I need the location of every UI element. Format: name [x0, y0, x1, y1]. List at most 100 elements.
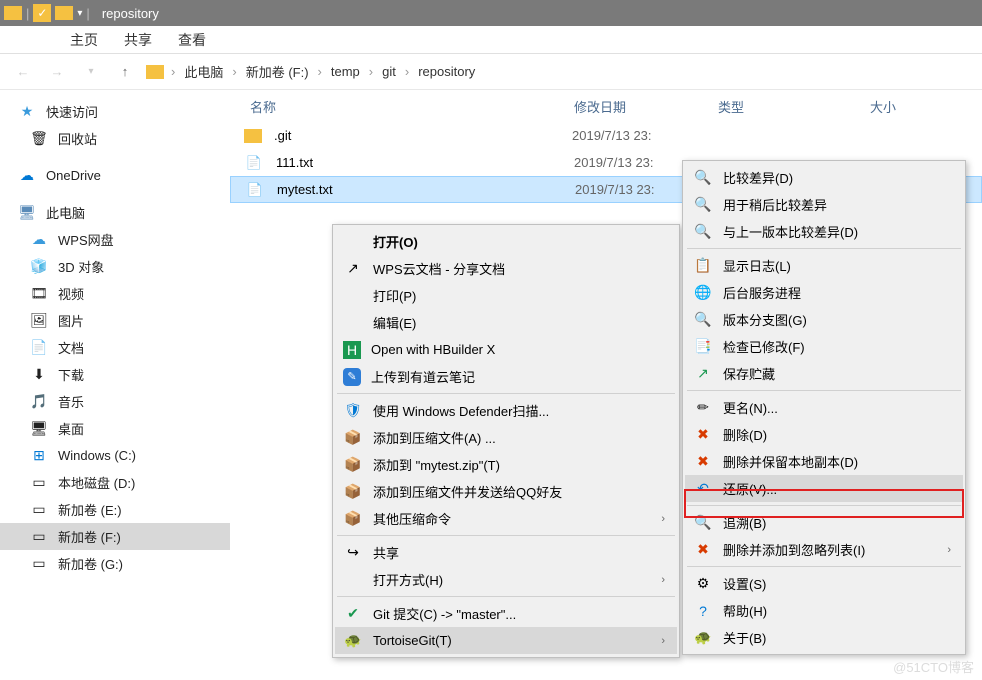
chevron-right-icon: ›: [661, 513, 665, 525]
chevron-right-icon: ›: [661, 574, 665, 586]
navbar: ← → ▾ ↑ › 此电脑 › 新加卷 (F:) › temp › git › …: [0, 54, 982, 90]
menu-hbuilder[interactable]: HOpen with HBuilder X: [335, 336, 677, 363]
nav-forward-button[interactable]: →: [44, 59, 70, 85]
tortoisegit-icon: 🐢: [343, 631, 363, 651]
menu-git-commit[interactable]: ✔Git 提交(C) -> "master"...: [335, 600, 677, 627]
breadcrumb-item[interactable]: temp: [327, 62, 364, 81]
menu-separator: [687, 390, 961, 391]
menu-diff-prev[interactable]: 🔍与上一版本比较差异(D): [685, 218, 963, 245]
sidebar-item-drive-c[interactable]: ⊞ Windows (C:): [0, 442, 230, 469]
drive-icon: ▭: [30, 528, 48, 546]
tab-share[interactable]: 共享: [124, 30, 152, 50]
column-date[interactable]: 修改日期: [574, 97, 718, 116]
archive-icon: 📦: [343, 482, 363, 502]
menu-wps-cloud[interactable]: ↗WPS云文档 - 分享文档: [335, 255, 677, 282]
menu-separator: [337, 393, 675, 394]
star-icon: ★: [18, 103, 36, 121]
window-title: repository: [102, 6, 159, 21]
column-size[interactable]: 大小: [870, 97, 896, 116]
menu-help[interactable]: ?帮助(H): [685, 597, 963, 624]
menu-tortoisegit[interactable]: 🐢TortoiseGit(T)›: [335, 627, 677, 654]
ribbon-tabs: 主页 共享 查看: [0, 26, 982, 54]
menu-delete-keep[interactable]: ✖删除并保留本地副本(D): [685, 448, 963, 475]
menu-blame[interactable]: 🔍追溯(B): [685, 509, 963, 536]
menu-revision-graph[interactable]: 🔍版本分支图(G): [685, 306, 963, 333]
drive-icon: ⊞: [30, 447, 48, 465]
menu-share[interactable]: ↪共享: [335, 539, 677, 566]
sidebar-item-documents[interactable]: 📄 文档: [0, 334, 230, 361]
menu-delete[interactable]: ✖删除(D): [685, 421, 963, 448]
menu-add-ignore[interactable]: ✖删除并添加到忽略列表(I)›: [685, 536, 963, 563]
qat-check-icon[interactable]: ✓: [33, 4, 51, 22]
breadcrumb-folder-icon: [146, 65, 164, 79]
sidebar-item-quick-access[interactable]: ★ 快速访问: [0, 98, 230, 125]
menu-other-zip[interactable]: 📦其他压缩命令›: [335, 505, 677, 532]
sidebar-item-wps[interactable]: ☁ WPS网盘: [0, 226, 230, 253]
sidebar-item-onedrive[interactable]: ☁ OneDrive: [0, 162, 230, 189]
breadcrumb-item[interactable]: repository: [414, 62, 479, 81]
menu-show-log[interactable]: 📋显示日志(L): [685, 252, 963, 279]
sidebar-item-label: 下载: [58, 365, 84, 384]
picture-icon: 🖼: [30, 312, 48, 330]
desktop-icon: 🖥: [30, 420, 48, 438]
qat-folder-icon[interactable]: [55, 6, 73, 20]
sidebar-item-recycle[interactable]: 🗑 回收站 📌: [0, 125, 230, 152]
menu-rename[interactable]: ✏更名(N)...: [685, 394, 963, 421]
breadcrumb[interactable]: › 此电脑 › 新加卷 (F:) › temp › git › reposito…: [146, 60, 479, 83]
stash-icon: ↗: [693, 364, 713, 384]
menu-settings[interactable]: ⚙设置(S): [685, 570, 963, 597]
sidebar-item-drive-f[interactable]: ▭ 新加卷 (F:): [0, 523, 230, 550]
sidebar-item-drive-g[interactable]: ▭ 新加卷 (G:): [0, 550, 230, 577]
menu-add-zip-a[interactable]: 📦添加到压缩文件(A) ...: [335, 424, 677, 451]
sidebar-item-label: 图片: [58, 311, 84, 330]
sidebar-item-music[interactable]: 🎵 音乐: [0, 388, 230, 415]
menu-about[interactable]: 🐢关于(B): [685, 624, 963, 651]
sidebar-item-label: 音乐: [58, 392, 84, 411]
shield-icon: 🛡: [343, 401, 363, 421]
nav-back-button[interactable]: ←: [10, 59, 36, 85]
menu-diff[interactable]: 🔍比较差异(D): [685, 164, 963, 191]
column-type[interactable]: 类型: [718, 97, 870, 116]
sidebar-item-3d[interactable]: 🧊 3D 对象: [0, 253, 230, 280]
sidebar-item-videos[interactable]: 🎞 视频: [0, 280, 230, 307]
menu-youdao[interactable]: ✎上传到有道云笔记: [335, 363, 677, 390]
menu-stash[interactable]: ↗保存贮藏: [685, 360, 963, 387]
sidebar-item-desktop[interactable]: 🖥 桌面: [0, 415, 230, 442]
tab-view[interactable]: 查看: [178, 30, 206, 50]
menu-edit[interactable]: 编辑(E): [335, 309, 677, 336]
menu-open-with[interactable]: 打开方式(H)›: [335, 566, 677, 593]
pc-icon: 🖥: [18, 204, 36, 222]
sidebar-item-label: 新加卷 (E:): [58, 500, 122, 519]
sidebar-item-downloads[interactable]: ⬇ 下载: [0, 361, 230, 388]
qat-dropdown-icon[interactable]: ▾: [77, 8, 82, 19]
nav-history-dropdown[interactable]: ▾: [78, 59, 104, 85]
menu-add-zip-qq[interactable]: 📦添加到压缩文件并发送给QQ好友: [335, 478, 677, 505]
file-date: 2019/7/13 23:: [572, 128, 722, 143]
menu-add-zip-t[interactable]: 📦添加到 "mytest.zip"(T): [335, 451, 677, 478]
menu-defender[interactable]: 🛡使用 Windows Defender扫描...: [335, 397, 677, 424]
nav-up-button[interactable]: ↑: [112, 59, 138, 85]
column-name[interactable]: 名称: [250, 97, 574, 116]
sidebar-item-label: 新加卷 (F:): [58, 527, 121, 546]
sidebar-item-pictures[interactable]: 🖼 图片: [0, 307, 230, 334]
ignore-icon: ✖: [693, 540, 713, 560]
menu-daemon[interactable]: 🌐后台服务进程: [685, 279, 963, 306]
file-row[interactable]: .git 2019/7/13 23:: [230, 122, 982, 149]
menu-diff-later[interactable]: 🔍用于稍后比较差异: [685, 191, 963, 218]
cloud-icon: ☁: [30, 231, 48, 249]
sidebar-item-this-pc[interactable]: 🖥 此电脑: [0, 199, 230, 226]
breadcrumb-item[interactable]: 新加卷 (F:): [242, 60, 313, 83]
breadcrumb-item[interactable]: git: [378, 62, 400, 81]
menu-open[interactable]: 打开(O): [335, 228, 677, 255]
breadcrumb-item[interactable]: 此电脑: [180, 60, 227, 83]
menu-revert[interactable]: ↶还原(V)...: [685, 475, 963, 502]
delete-icon: ✖: [693, 452, 713, 472]
column-headers[interactable]: 名称 修改日期 类型 大小: [230, 90, 982, 122]
sidebar-item-drive-e[interactable]: ▭ 新加卷 (E:): [0, 496, 230, 523]
tab-home[interactable]: 主页: [70, 30, 98, 50]
titlebar-divider: |: [26, 6, 29, 21]
sidebar-item-drive-d[interactable]: ▭ 本地磁盘 (D:): [0, 469, 230, 496]
menu-print[interactable]: 打印(P): [335, 282, 677, 309]
chevron-right-icon: ›: [168, 64, 178, 79]
menu-check-modifications[interactable]: 📑检查已修改(F): [685, 333, 963, 360]
